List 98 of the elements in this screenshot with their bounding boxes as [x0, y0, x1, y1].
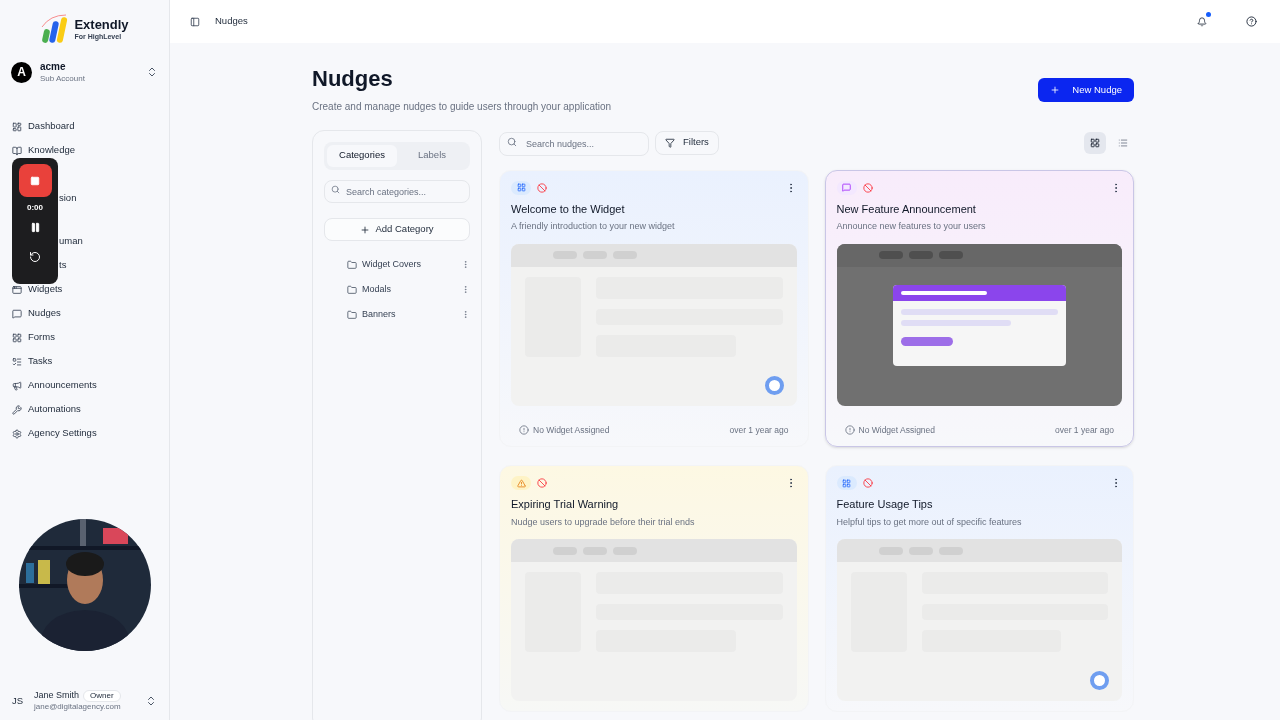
filters-button[interactable]: Filters	[655, 130, 719, 155]
plus-icon	[360, 224, 371, 235]
category-item[interactable]: Widget Covers	[362, 257, 456, 272]
info-icon	[844, 424, 855, 435]
grid-icon	[12, 332, 22, 343]
card-description: Helpful tips to get more out of specific features	[836, 515, 1023, 529]
launcher-icon	[764, 375, 784, 395]
folder-icon	[347, 284, 357, 295]
category-item[interactable]: Banners	[362, 307, 456, 322]
more-icon[interactable]	[461, 310, 470, 319]
chat-icon	[12, 308, 22, 319]
grid-icon	[516, 183, 526, 192]
help-icon[interactable]	[1246, 16, 1257, 27]
launcher-icon	[1090, 671, 1109, 691]
skeleton-pill	[938, 251, 963, 259]
grid-view-icon[interactable]	[1084, 131, 1106, 154]
filter-icon	[665, 137, 675, 148]
disabled-icon	[537, 182, 547, 193]
user-initials: JS	[12, 693, 25, 708]
nav-item[interactable]: Agency Settings	[12, 421, 157, 446]
more-icon[interactable]	[461, 260, 470, 269]
disabled-icon	[862, 182, 873, 193]
more-icon[interactable]	[461, 285, 470, 294]
folder-icon	[347, 309, 357, 320]
chevron-icon	[145, 695, 157, 707]
chat-icon	[842, 183, 851, 192]
warning-icon	[516, 478, 526, 488]
panel-tab[interactable]: Categories	[327, 144, 397, 167]
page-subtitle: Create and manage nudges to guide users through your application	[312, 99, 613, 114]
window-icon	[12, 284, 22, 295]
card-title: New Feature Announcement	[836, 201, 977, 217]
nav-item[interactable]: Announcements	[12, 373, 157, 398]
nav-item[interactable]: uman	[59, 234, 83, 249]
info-icon	[519, 424, 529, 435]
stop-button[interactable]	[18, 164, 52, 197]
nav-item[interactable]: Nudges	[12, 301, 157, 326]
nav-item[interactable]: sion	[59, 191, 77, 206]
nudge-card[interactable]: Feature Usage Tips Helpful tips to get more out of specific features	[824, 465, 1134, 713]
assignment-status: No Widget Assigned	[533, 423, 610, 437]
stop-icon	[30, 175, 40, 186]
user-name: Jane Smith	[34, 690, 80, 702]
search-icon	[331, 184, 340, 194]
account-switcher[interactable]: A acme Sub Account	[0, 61, 169, 84]
dashboard-icon	[12, 121, 22, 132]
new-nudge-button[interactable]: New Nudge	[1038, 78, 1134, 102]
card-description: Nudge users to upgrade before their trial ends	[511, 515, 696, 529]
pause-icon[interactable]	[29, 222, 41, 233]
category-search-field[interactable]: Search categories...	[324, 180, 470, 203]
notification-icon[interactable]	[1197, 16, 1207, 27]
breadcrumb: Nudges	[215, 14, 248, 29]
sidebar-toggle-icon[interactable]	[190, 16, 200, 27]
category-item[interactable]: Modals	[362, 282, 456, 297]
panel-tab[interactable]: Labels	[397, 144, 467, 167]
page-title: Nudges	[312, 65, 394, 93]
disabled-icon	[537, 478, 547, 489]
account-avatar: A	[11, 61, 32, 83]
brand-name: Extendly	[74, 18, 129, 31]
grid-icon	[842, 478, 851, 488]
nav-item[interactable]: Forms	[12, 325, 157, 350]
recording-time: 0:00	[27, 202, 43, 214]
nudge-card[interactable]: Expiring Trial Warning Nudge users to upgrade before their trial ends	[499, 465, 809, 713]
card-description: Announce new features to your users	[836, 220, 987, 233]
account-name: acme	[40, 61, 67, 74]
restart-icon[interactable]	[29, 251, 41, 263]
nudge-card[interactable]: Welcome to the Widget A friendly introduction to your new widget No Widget Assigned over 1 year ago	[499, 169, 809, 448]
settings-icon	[12, 428, 22, 439]
card-description: A friendly introduction to your new widget	[511, 220, 676, 233]
card-title: Feature Usage Tips	[836, 497, 934, 513]
folder-icon	[347, 259, 357, 270]
nudge-search-field[interactable]: Search nudges...	[499, 131, 649, 156]
chevron-icon	[146, 66, 158, 79]
plus-icon	[1050, 85, 1061, 95]
nav-item[interactable]: Knowledge	[12, 138, 157, 163]
card-title: Expiring Trial Warning	[511, 497, 620, 513]
nav-item[interactable]: Widgets	[12, 277, 157, 302]
nav-item[interactable]: Dashboard	[12, 114, 157, 139]
account-type: Sub Account	[40, 73, 86, 84]
card-title: Welcome to the Widget	[511, 201, 626, 217]
nav-item[interactable]: Automations	[12, 397, 157, 422]
user-menu[interactable]: JS Jane Smith Owner jane@digitalagency.com	[0, 690, 169, 720]
nav-item[interactable]: Tasks	[12, 349, 157, 374]
assignment-status: No Widget Assigned	[858, 423, 936, 437]
role-badge: Owner	[83, 690, 121, 702]
add-category-button[interactable]: Add Category	[324, 218, 470, 241]
megaphone-icon	[12, 380, 22, 391]
nav-item[interactable]: ts	[59, 258, 67, 273]
wrench-icon	[12, 404, 22, 415]
updated-time: over 1 year ago	[1054, 423, 1114, 437]
book-icon	[12, 145, 22, 156]
search-icon	[507, 136, 517, 147]
nudge-card[interactable]: New Feature Announcement Announce new features to your users No Widget Assigned over 1 year ago	[824, 169, 1134, 448]
skeleton-pill	[908, 251, 933, 259]
modal-button-shape	[900, 336, 953, 346]
user-email: jane@digitalagency.com	[34, 702, 122, 712]
skeleton-pill	[878, 251, 903, 259]
disabled-icon	[862, 478, 873, 489]
updated-time: over 1 year ago	[729, 423, 789, 437]
list-icon	[12, 356, 22, 367]
